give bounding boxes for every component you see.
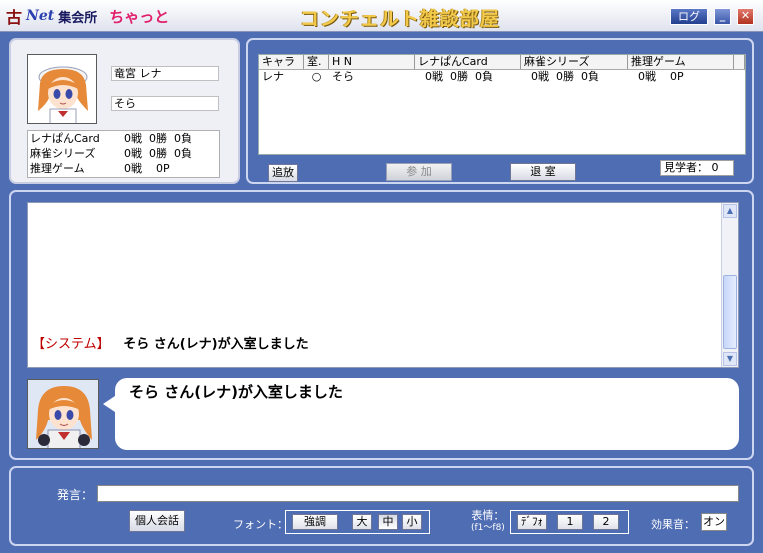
column-header-mystery[interactable]: 推理ゲーム (628, 55, 734, 69)
expression-hotkey-hint: (f1～f8) (471, 523, 505, 533)
expression-1-button[interactable]: 1 (557, 514, 583, 530)
character-avatar (27, 54, 97, 124)
chat-scrollbar[interactable]: ▲ ▼ (721, 203, 738, 367)
app-logo: 古 Net 集会所 ちゃっと (6, 6, 170, 28)
chat-panel: 【システム】 そら さん(レナ)が入室しました ▲ ▼ そら さん(レナ)が入室… (9, 190, 754, 460)
logo-text: 集会所 (58, 10, 98, 26)
chat-log[interactable]: 【システム】 そら さん(レナ)が入室しました ▲ ▼ (27, 202, 739, 368)
expression-label-text: 表情： (471, 509, 505, 522)
font-size-medium-button[interactable]: 中 (378, 514, 398, 530)
column-header-mahjong[interactable]: 麻雀シリーズ (521, 55, 628, 69)
character-name-field: 竜宮 レナ (111, 66, 219, 81)
stat-value: 0戦 0勝 0負 (124, 132, 192, 145)
speech-bubble: そら さん(レナ)が入室しました (103, 378, 739, 450)
window-title: コンチェルト雑談部屋 (299, 8, 500, 30)
cell-room: ○ (311, 70, 322, 83)
close-button[interactable]: ✕ (737, 8, 754, 25)
room-panel: キャラ 室. H N レナぱんCard 麻雀シリーズ 推理ゲーム レナ ○ そら… (246, 38, 754, 184)
stat-label: 推理ゲーム (30, 162, 85, 175)
join-button[interactable]: 参 加 (386, 163, 452, 181)
expression-label: 表情： (f1～f8) (471, 510, 505, 534)
column-header-card[interactable]: レナぱんCard (415, 55, 521, 69)
cell-extra (734, 70, 745, 84)
private-chat-button[interactable]: 個人会話 (129, 510, 185, 532)
message-input[interactable] (97, 485, 739, 502)
minimize-button[interactable]: _ (714, 8, 731, 25)
sound-effect-label: 効果音： (651, 518, 695, 531)
table-row[interactable]: レナ ○ そら 0戦 0勝 0負 0戦 0勝 0負 0戦 0P (259, 70, 745, 84)
logo-net: Net (26, 8, 55, 24)
profile-panel: 竜宮 レナ そら レナぱんCard 0戦 0勝 0負 麻雀シリーズ 0戦 0勝 … (9, 38, 240, 184)
handle-field: そら (111, 96, 219, 111)
expression-2-button[interactable]: 2 (593, 514, 619, 530)
font-label: フォント： (233, 518, 288, 531)
speaker-avatar (27, 379, 99, 449)
input-panel: 発言： 個人会話 フォント： 強調 大 中 小 表情： (f1～f8) ﾃﾞﾌｫ … (9, 466, 754, 546)
column-header-character[interactable]: キャラ (259, 55, 304, 69)
cell-mahjong: 0戦 0勝 0負 (524, 70, 599, 83)
cell-mystery: 0戦 0P (631, 70, 684, 83)
chat-log-line: 【システム】 そら さん(レナ)が入室しました (32, 333, 309, 352)
table-header: キャラ 室. H N レナぱんCard 麻雀シリーズ 推理ゲーム (259, 55, 745, 70)
stat-label: 麻雀シリーズ (30, 147, 96, 160)
logo-kanji: 古 (6, 8, 23, 27)
font-size-small-button[interactable]: 小 (402, 514, 422, 530)
stat-row: レナぱんCard 0戦 0勝 0負 (28, 131, 219, 146)
participant-table: キャラ 室. H N レナぱんCard 麻雀シリーズ 推理ゲーム レナ ○ そら… (258, 54, 746, 155)
column-header-extra (734, 55, 745, 69)
sound-effect-toggle[interactable]: オン (701, 513, 727, 531)
expression-options-group: ﾃﾞﾌｫ 1 2 (510, 510, 629, 534)
expression-default-button[interactable]: ﾃﾞﾌｫ (517, 514, 547, 530)
cell-handle: そら (332, 70, 354, 83)
chat-log-message: そら さん(レナ)が入室しました (109, 337, 309, 352)
cell-card: 0戦 0勝 0負 (418, 70, 493, 83)
stat-row: 推理ゲーム 0戦 0P (28, 161, 219, 176)
column-header-room[interactable]: 室. (304, 55, 329, 69)
font-size-large-button[interactable]: 大 (352, 514, 372, 530)
column-header-handle[interactable]: H N (329, 55, 415, 69)
character-portrait-icon (28, 55, 96, 123)
kick-button[interactable]: 追放 (268, 164, 298, 182)
log-button[interactable]: ログ (670, 8, 708, 25)
scroll-up-icon[interactable]: ▲ (723, 204, 737, 218)
scroll-down-icon[interactable]: ▼ (723, 352, 737, 366)
stat-row: 麻雀シリーズ 0戦 0勝 0負 (28, 146, 219, 161)
say-label: 発言： (57, 488, 94, 502)
spectator-count: 見学者： 0 (660, 160, 734, 176)
emphasis-button[interactable]: 強調 (292, 514, 338, 530)
stat-value: 0戦 0P (124, 162, 170, 175)
stat-value: 0戦 0勝 0負 (124, 147, 192, 160)
font-options-group: 強調 大 中 小 (285, 510, 430, 534)
stats-list: レナぱんCard 0戦 0勝 0負 麻雀シリーズ 0戦 0勝 0負 推理ゲーム … (27, 130, 220, 178)
system-tag: 【システム】 (32, 337, 110, 352)
speaker-portrait-icon (28, 380, 98, 448)
cell-character: レナ (262, 70, 284, 83)
scroll-thumb[interactable] (723, 275, 737, 349)
leave-room-button[interactable]: 退 室 (510, 163, 576, 181)
title-bar: 古 Net 集会所 ちゃっと コンチェルト雑談部屋 ログ _ ✕ (0, 0, 763, 32)
stat-label: レナぱんCard (30, 132, 100, 145)
logo-chat: ちゃっと (109, 7, 170, 26)
